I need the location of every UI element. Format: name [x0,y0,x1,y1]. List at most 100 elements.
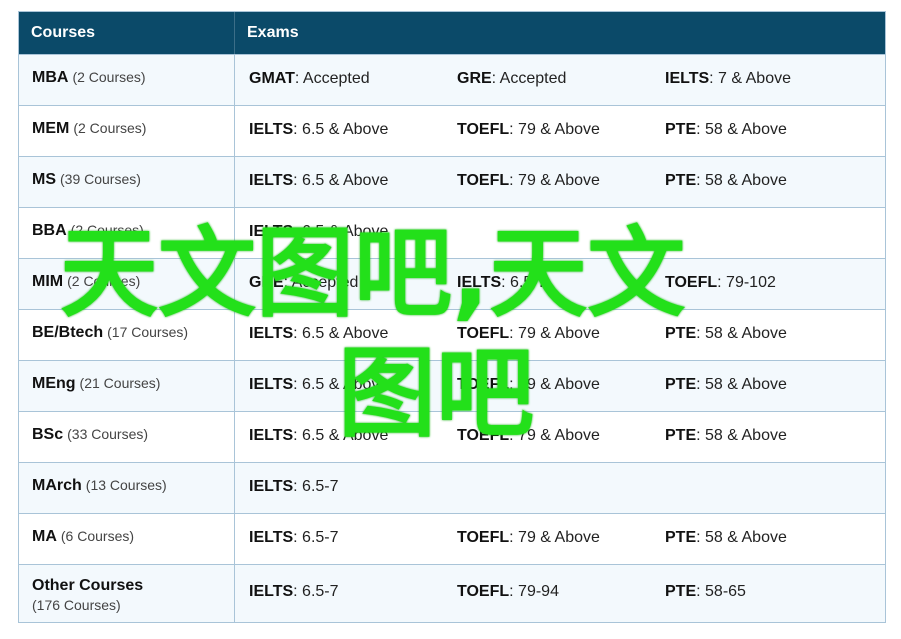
course-count: (13 Courses) [85,477,167,493]
exam-requirement: IELTS: 6.5-7 [249,583,339,601]
exam-requirement: PTE: 58 & Above [665,427,787,445]
exam-name: PTE [665,583,697,600]
exam-score: : 58 & Above [696,172,787,189]
exam-requirement: IELTS: 6.5-7 [249,529,339,547]
exam-score: : 58 & Above [696,529,787,546]
course-name[interactable]: MEng [32,375,76,392]
exam-score: : 58 & Above [696,427,787,444]
course-name[interactable]: Other Courses [32,577,143,594]
exam-requirement: TOEFL: 79 & Above [457,172,600,190]
exam-name: TOEFL [457,172,510,189]
exam-score: : 6.5-7 [293,529,339,546]
exam-score: : 79-94 [509,583,559,600]
exam-score: : 6.5 & Above [293,172,389,189]
course-name[interactable]: MEM [32,120,69,137]
exam-name: PTE [665,427,697,444]
course-count: (2 Courses) [72,69,146,85]
exams-cell: IELTS: 6.5 & Above TOEFL: 79 & Above PTE: … [235,157,885,207]
watermark-line-2: 图吧 [338,337,535,451]
exam-score: : 79-102 [717,274,776,291]
course-name[interactable]: MS [32,171,56,188]
exam-requirement: PTE: 58 & Above [665,376,787,394]
course-cell: MA (6 Courses) [19,514,235,564]
exam-requirement: IELTS: 6.5 & Above [249,172,388,190]
course-name[interactable]: MArch [32,477,82,494]
course-cell: BSc (33 Courses) [19,412,235,462]
table-row: MEM (2 Courses) IELTS: 6.5 & Above TOEFL: 7… [19,105,885,156]
header-courses: Courses [19,12,235,54]
course-count: (176 Courses) [32,597,121,613]
course-cell: MBA (2 Courses) [19,55,235,105]
exam-requirement: GMAT: Accepted [249,70,370,88]
exams-cell: IELTS: 6.5 & Above TOEFL: 79 & Above PTE: … [235,412,885,462]
exam-requirement: IELTS: 7 & Above [665,70,791,88]
exams-cell: IELTS: 6.5-7 [235,463,885,513]
exam-name: IELTS [249,427,294,444]
exam-requirement: TOEFL: 79 & Above [457,529,600,547]
table-row: MBA (2 Courses) GMAT: Accepted GRE: Accepte… [19,54,885,105]
exam-score: : 6.5 & Above [293,121,389,138]
exam-name: PTE [665,376,697,393]
exam-score: : 58 & Above [696,121,787,138]
course-name[interactable]: MA [32,528,57,545]
exams-cell: IELTS: 6.5 & Above TOEFL: 79 & Above PTE: … [235,106,885,156]
exam-name: PTE [665,529,697,546]
course-name[interactable]: BSc [32,426,63,443]
course-cell: MS (39 Courses) [19,157,235,207]
exam-name: PTE [665,121,697,138]
exam-requirement: PTE: 58 & Above [665,121,787,139]
exam-name: PTE [665,172,697,189]
exam-score: : 79 & Above [509,172,600,189]
exam-name: TOEFL [457,529,510,546]
table-header: Courses Exams [19,12,885,54]
table-row: MS (39 Courses) IELTS: 6.5 & Above TOEFL: 7… [19,156,885,207]
exam-name: IELTS [249,376,294,393]
exam-requirement: IELTS: 6.5-7 [249,478,339,496]
exam-requirement: GRE: Accepted [457,70,566,88]
watermark-line-1: 天文图吧,天文 [60,217,686,331]
exam-score: : Accepted [491,70,567,87]
exam-requirement: PTE: 58 & Above [665,172,787,190]
exam-requirement: PTE: 58-65 [665,583,746,601]
exam-requirement: TOEFL: 79 & Above [457,121,600,139]
exam-name: GRE [457,70,492,87]
exam-name: IELTS [249,529,294,546]
exam-requirement: PTE: 58 & Above [665,529,787,547]
exam-requirement: TOEFL: 79-94 [457,583,559,601]
exam-score: : 79 & Above [509,121,600,138]
exam-score: : 79 & Above [509,529,600,546]
course-count: (33 Courses) [67,426,149,442]
course-count: (2 Courses) [73,120,147,136]
course-cell: MEM (2 Courses) [19,106,235,156]
exam-score: : 6.5-7 [293,583,339,600]
exams-cell: IELTS: 6.5 & Above TOEFL: 79 & Above PTE: … [235,361,885,411]
exam-score: : 7 & Above [709,70,791,87]
course-name[interactable]: MIM [32,273,63,290]
exams-cell: IELTS: 6.5-7 TOEFL: 79 & Above PTE: 58 & A… [235,514,885,564]
exam-score: : 58-65 [696,583,746,600]
exam-requirement: IELTS: 6.5 & Above [249,121,388,139]
exam-name: TOEFL [457,583,510,600]
exam-score: : Accepted [294,70,370,87]
exams-cell: IELTS: 6.5-7 TOEFL: 79-94 PTE: 58-65 [235,565,885,622]
exam-name: IELTS [249,172,294,189]
exam-score: : 58 & Above [696,376,787,393]
exam-name: IELTS [249,478,294,495]
course-count: (21 Courses) [79,375,161,391]
course-name[interactable]: MBA [32,69,68,86]
exam-score: : 58 & Above [696,325,787,342]
header-exams: Exams [247,24,299,41]
exam-name: TOEFL [457,121,510,138]
table-row: MArch (13 Courses) IELTS: 6.5-7 [19,462,885,513]
exam-name: IELTS [249,583,294,600]
exam-name: IELTS [249,121,294,138]
exam-name: GMAT [249,70,295,87]
exam-score: : 6.5-7 [293,478,339,495]
table-row: Other Courses (176 Courses) IELTS: 6.5-7 TO… [19,564,885,622]
course-cell: MArch (13 Courses) [19,463,235,513]
course-count: (6 Courses) [60,528,135,544]
exams-cell: GMAT: Accepted GRE: Accepted IELTS: 7 & Ab… [235,55,885,105]
course-cell: MEng (21 Courses) [19,361,235,411]
course-cell: Other Courses (176 Courses) [19,565,235,622]
course-count: (39 Courses) [60,171,141,187]
